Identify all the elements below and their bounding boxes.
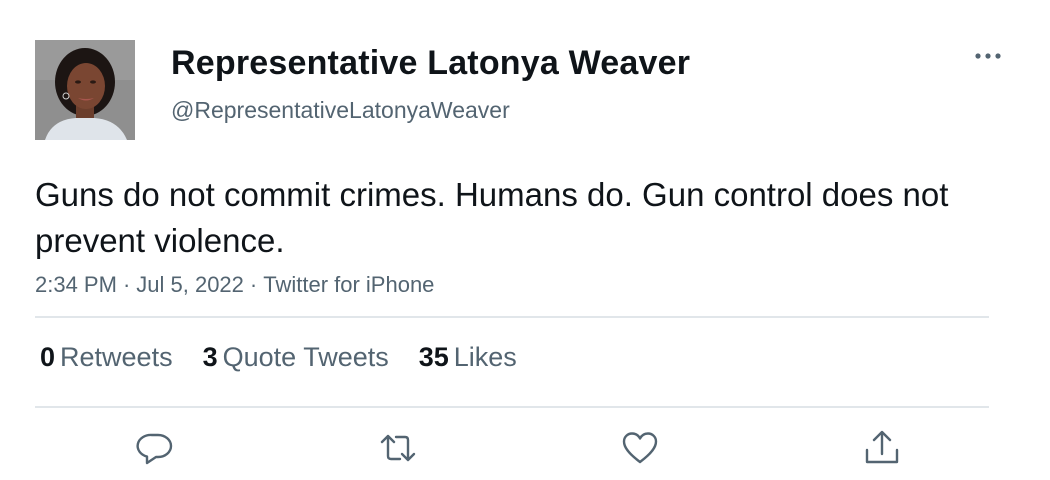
tweet-text: Guns do not commit crimes. Humans do. Gu… (35, 176, 949, 259)
more-options-button[interactable] (970, 44, 1006, 68)
tweet-time[interactable]: 2:34 PM (35, 272, 117, 297)
likes-stat[interactable]: 35 Likes (419, 342, 517, 373)
likes-count: 35 (418, 342, 449, 372)
retweet-icon (380, 434, 416, 462)
like-button[interactable] (620, 428, 660, 468)
share-icon (865, 430, 899, 464)
meta-separator: · (249, 272, 258, 297)
likes-label: Likes (453, 342, 517, 372)
author-handle[interactable]: @RepresentativeLatonyaWeaver (171, 97, 510, 124)
retweet-button[interactable] (378, 428, 418, 468)
like-icon (622, 432, 658, 464)
tweet-meta: 2:34 PM · Jul 5, 2022 · Twitter for iPhone (35, 272, 434, 298)
tweet-source[interactable]: Twitter for iPhone (263, 272, 434, 297)
tweet-date[interactable]: Jul 5, 2022 (136, 272, 244, 297)
quote-tweets-stat[interactable]: 3 Quote Tweets (203, 342, 389, 373)
tweet-stats: 0 Retweets 3 Quote Tweets 35 Likes (40, 342, 517, 373)
avatar[interactable] (35, 40, 135, 140)
author-display-name[interactable]: Representative Latonya Weaver (171, 44, 690, 83)
reply-icon (136, 433, 173, 465)
meta-separator: · (122, 272, 131, 297)
reply-button[interactable] (135, 428, 175, 468)
profile-photo-icon (35, 40, 135, 140)
quote-tweets-count: 3 (202, 342, 218, 372)
more-icon (975, 53, 1001, 59)
retweets-count: 0 (40, 342, 56, 372)
share-button[interactable] (862, 428, 902, 468)
quote-tweets-label: Quote Tweets (222, 342, 389, 372)
retweets-stat[interactable]: 0 Retweets (40, 342, 173, 373)
divider (35, 316, 989, 318)
retweets-label: Retweets (60, 342, 173, 372)
divider (35, 406, 989, 408)
